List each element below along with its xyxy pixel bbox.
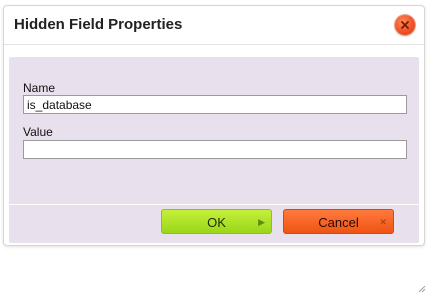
name-label: Name [23, 81, 56, 95]
close-icon [401, 21, 409, 29]
x-icon: ✕ [379, 217, 387, 227]
arrow-right-icon: ▶ [258, 217, 265, 227]
ok-button-label: OK [207, 215, 226, 230]
resize-grip-icon[interactable] [417, 284, 426, 293]
cancel-button[interactable]: Cancel ✕ [283, 209, 394, 234]
ok-button[interactable]: OK ▶ [161, 209, 272, 234]
close-button[interactable] [395, 15, 415, 35]
dialog-titlebar[interactable]: Hidden Field Properties [4, 6, 424, 45]
dialog-body: Name Value OK ▶ Cancel ✕ [9, 57, 426, 293]
dialog-title: Hidden Field Properties [14, 16, 183, 33]
value-input[interactable] [23, 140, 407, 159]
value-label: Value [23, 125, 53, 139]
footer-divider [9, 204, 419, 205]
name-input[interactable] [23, 95, 407, 114]
cancel-button-label: Cancel [318, 215, 359, 230]
hidden-field-properties-dialog: Hidden Field Properties Name Value OK ▶ … [3, 5, 426, 293]
